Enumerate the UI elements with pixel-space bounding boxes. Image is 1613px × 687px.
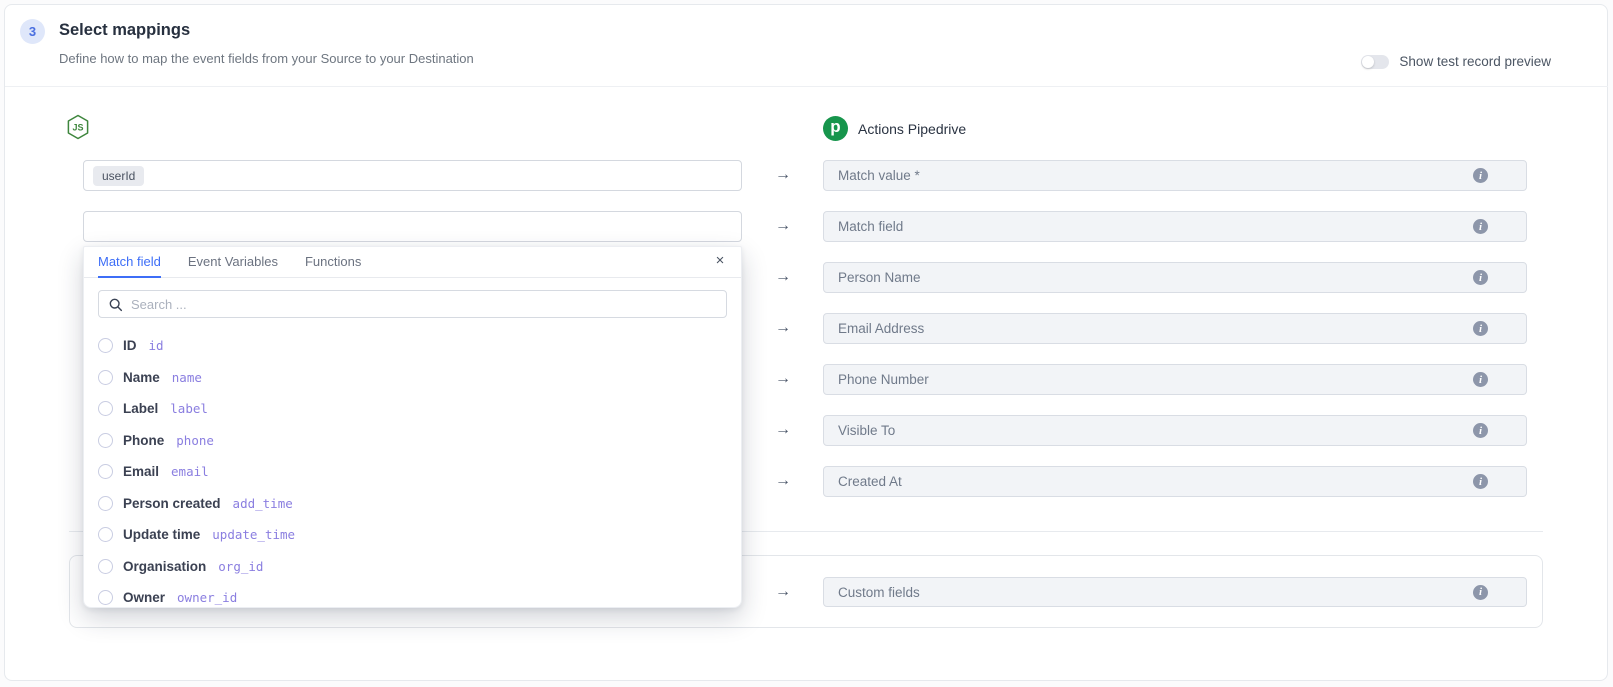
info-icon[interactable]: i <box>1473 270 1488 285</box>
option-label: ID <box>123 338 137 353</box>
mapping-arrow-icon: → <box>768 421 798 439</box>
field-option-name[interactable]: Name name <box>84 362 741 394</box>
source-field-input-1[interactable]: userId <box>83 160 742 191</box>
mapping-arrow-icon: → <box>768 472 798 490</box>
radio-button[interactable] <box>98 559 113 574</box>
destination-field-label: Person Name <box>838 270 1473 285</box>
tab-event-variables[interactable]: Event Variables <box>188 247 278 278</box>
option-code: label <box>170 401 208 416</box>
mapping-arrow-icon: → <box>768 583 798 601</box>
destination-field-label: Visible To <box>838 423 1473 438</box>
field-option-email[interactable]: Email email <box>84 456 741 488</box>
info-icon[interactable]: i <box>1473 423 1488 438</box>
option-code: id <box>149 338 164 353</box>
destination-app-title: Actions Pipedrive <box>858 121 966 137</box>
destination-field-label: Phone Number <box>838 372 1473 387</box>
toggle-knob <box>1362 56 1374 68</box>
field-option-owner_id[interactable]: Owner owner_id <box>84 582 741 608</box>
tab-functions[interactable]: Functions <box>305 247 361 278</box>
dropdown-tabbar: Match field Event Variables Functions × <box>84 247 741 278</box>
close-icon[interactable]: × <box>711 252 729 270</box>
field-option-list: ID id Name name Label label Phone phone … <box>84 325 741 608</box>
field-option-id[interactable]: ID id <box>84 330 741 362</box>
destination-field-label: Email Address <box>838 321 1473 336</box>
radio-button[interactable] <box>98 590 113 605</box>
option-code: update_time <box>212 527 295 542</box>
field-option-add_time[interactable]: Person created add_time <box>84 488 741 520</box>
mapping-arrow-icon: → <box>768 370 798 388</box>
dropdown-search <box>98 290 727 318</box>
search-input[interactable] <box>131 297 717 312</box>
info-icon[interactable]: i <box>1473 219 1488 234</box>
info-icon[interactable]: i <box>1473 474 1488 489</box>
mapping-arrow-icon: → <box>768 166 798 184</box>
header-divider <box>5 86 1608 87</box>
step-number-badge: 3 <box>20 19 45 44</box>
mapping-arrow-icon: → <box>768 319 798 337</box>
info-icon[interactable]: i <box>1473 168 1488 183</box>
destination-field-label: Match field <box>838 219 1473 234</box>
option-code: owner_id <box>177 590 237 605</box>
radio-button[interactable] <box>98 433 113 448</box>
select-mappings-page: 3 Select mappings Define how to map the … <box>0 0 1613 687</box>
radio-button[interactable] <box>98 370 113 385</box>
info-icon[interactable]: i <box>1473 585 1488 600</box>
destination-field-person-name[interactable]: Person Name i <box>823 262 1527 293</box>
radio-button[interactable] <box>98 401 113 416</box>
destination-field-created-at[interactable]: Created At i <box>823 466 1527 497</box>
field-option-org_id[interactable]: Organisation org_id <box>84 551 741 583</box>
destination-header: p Actions Pipedrive <box>823 116 966 141</box>
page-subtitle: Define how to map the event fields from … <box>59 51 474 66</box>
field-picker-dropdown: Match field Event Variables Functions × … <box>83 246 742 608</box>
show-test-record-preview-toggle[interactable] <box>1361 55 1389 69</box>
option-code: add_time <box>233 496 293 511</box>
destination-field-email-address[interactable]: Email Address i <box>823 313 1527 344</box>
option-label: Person created <box>123 496 221 511</box>
option-label: Email <box>123 464 159 479</box>
radio-button[interactable] <box>98 338 113 353</box>
nodejs-icon: JS <box>66 114 90 145</box>
destination-field-match-value[interactable]: Match value * i <box>823 160 1527 191</box>
destination-field-label: Created At <box>838 474 1473 489</box>
option-label: Name <box>123 370 160 385</box>
info-icon[interactable]: i <box>1473 372 1488 387</box>
option-label: Update time <box>123 527 200 542</box>
pipedrive-icon: p <box>823 116 848 141</box>
option-label: Label <box>123 401 158 416</box>
option-code: org_id <box>218 559 263 574</box>
mapping-arrow-icon: → <box>768 268 798 286</box>
destination-field-match-field[interactable]: Match field i <box>823 211 1527 242</box>
search-icon <box>108 297 123 312</box>
field-token-chip[interactable]: userId <box>93 166 144 186</box>
destination-field-visible-to[interactable]: Visible To i <box>823 415 1527 446</box>
radio-button[interactable] <box>98 464 113 479</box>
option-code: name <box>172 370 202 385</box>
toggle-label: Show test record preview <box>1399 54 1551 69</box>
option-code: email <box>171 464 209 479</box>
option-label: Owner <box>123 590 165 605</box>
field-option-update_time[interactable]: Update time update_time <box>84 519 741 551</box>
destination-field-phone-number[interactable]: Phone Number i <box>823 364 1527 395</box>
page-title: Select mappings <box>59 21 190 40</box>
option-label: Organisation <box>123 559 206 574</box>
mapping-arrow-icon: → <box>768 217 798 235</box>
info-icon[interactable]: i <box>1473 321 1488 336</box>
field-option-label[interactable]: Label label <box>84 393 741 425</box>
radio-button[interactable] <box>98 527 113 542</box>
destination-field-label: Match value * <box>838 168 1473 183</box>
tab-match-field[interactable]: Match field <box>98 247 161 278</box>
test-record-preview-toggle-group: Show test record preview <box>1361 54 1551 69</box>
field-option-phone[interactable]: Phone phone <box>84 425 741 457</box>
svg-text:JS: JS <box>72 123 83 133</box>
destination-field-label: Custom fields <box>838 585 1473 600</box>
destination-field-custom-fields[interactable]: Custom fields i <box>823 577 1527 607</box>
option-code: phone <box>176 433 214 448</box>
option-label: Phone <box>123 433 164 448</box>
radio-button[interactable] <box>98 496 113 511</box>
source-field-input-2[interactable] <box>83 211 742 242</box>
